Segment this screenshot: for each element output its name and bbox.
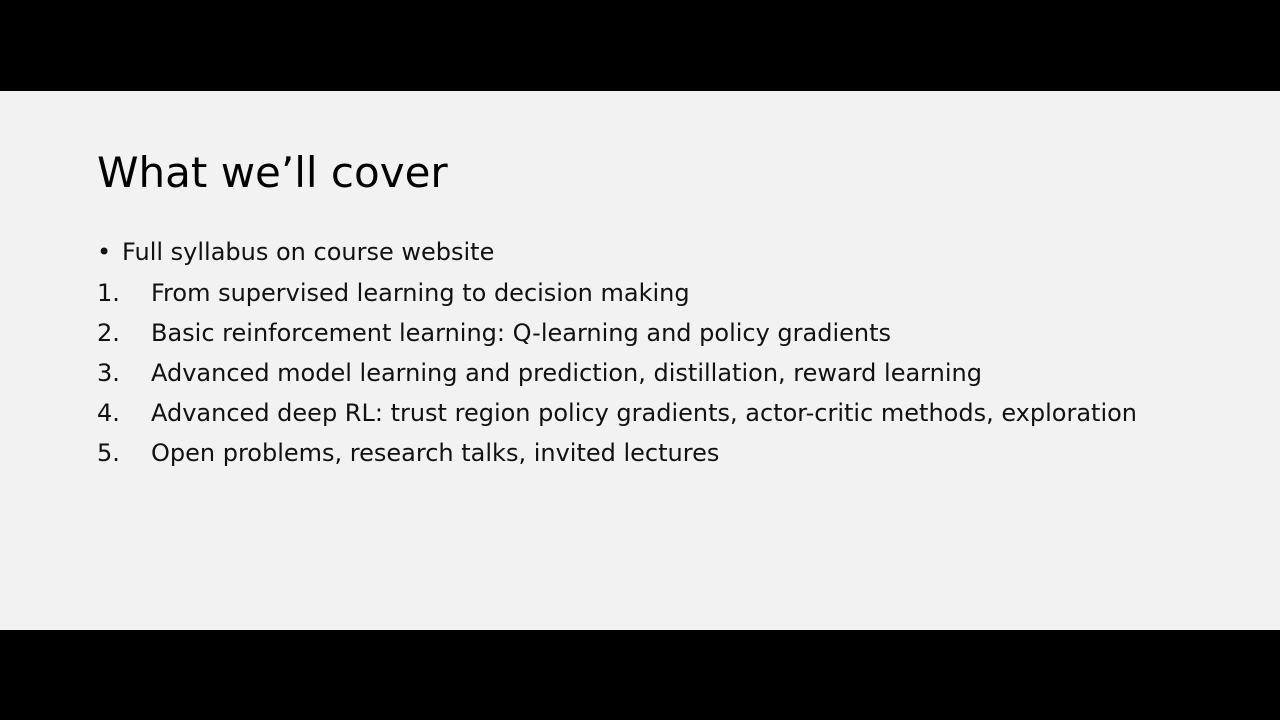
- bullet-text: Full syllabus on course website: [122, 238, 495, 266]
- topic-text: Advanced model learning and prediction, …: [151, 359, 982, 387]
- bullet-marker: •: [97, 238, 112, 266]
- slide-content: • Full syllabus on course website 1. Fro…: [97, 237, 1207, 478]
- topic-number: 4.: [97, 399, 120, 427]
- topic-item: 1. From supervised learning to decision …: [97, 278, 1207, 308]
- topic-number: 1.: [97, 279, 120, 307]
- topic-text: Open problems, research talks, invited l…: [151, 439, 720, 467]
- topic-text: Advanced deep RL: trust region policy gr…: [151, 399, 1138, 427]
- topic-text: Basic reinforcement learning: Q-learning…: [151, 319, 892, 347]
- topic-item: 4. Advanced deep RL: trust region policy…: [97, 398, 1207, 428]
- topic-item: 2. Basic reinforcement learning: Q-learn…: [97, 318, 1207, 348]
- topic-number: 3.: [97, 359, 120, 387]
- topic-list: 1. From supervised learning to decision …: [97, 278, 1207, 468]
- bullet-item: • Full syllabus on course website: [97, 237, 1207, 267]
- slide: What we’ll cover • Full syllabus on cour…: [0, 91, 1280, 630]
- topic-item: 3. Advanced model learning and predictio…: [97, 358, 1207, 388]
- slide-title: What we’ll cover: [97, 148, 448, 197]
- video-frame: What we’ll cover • Full syllabus on cour…: [0, 0, 1280, 720]
- topic-number: 2.: [97, 319, 120, 347]
- topic-text: From supervised learning to decision mak…: [151, 279, 690, 307]
- topic-item: 5. Open problems, research talks, invite…: [97, 438, 1207, 468]
- topic-number: 5.: [97, 439, 120, 467]
